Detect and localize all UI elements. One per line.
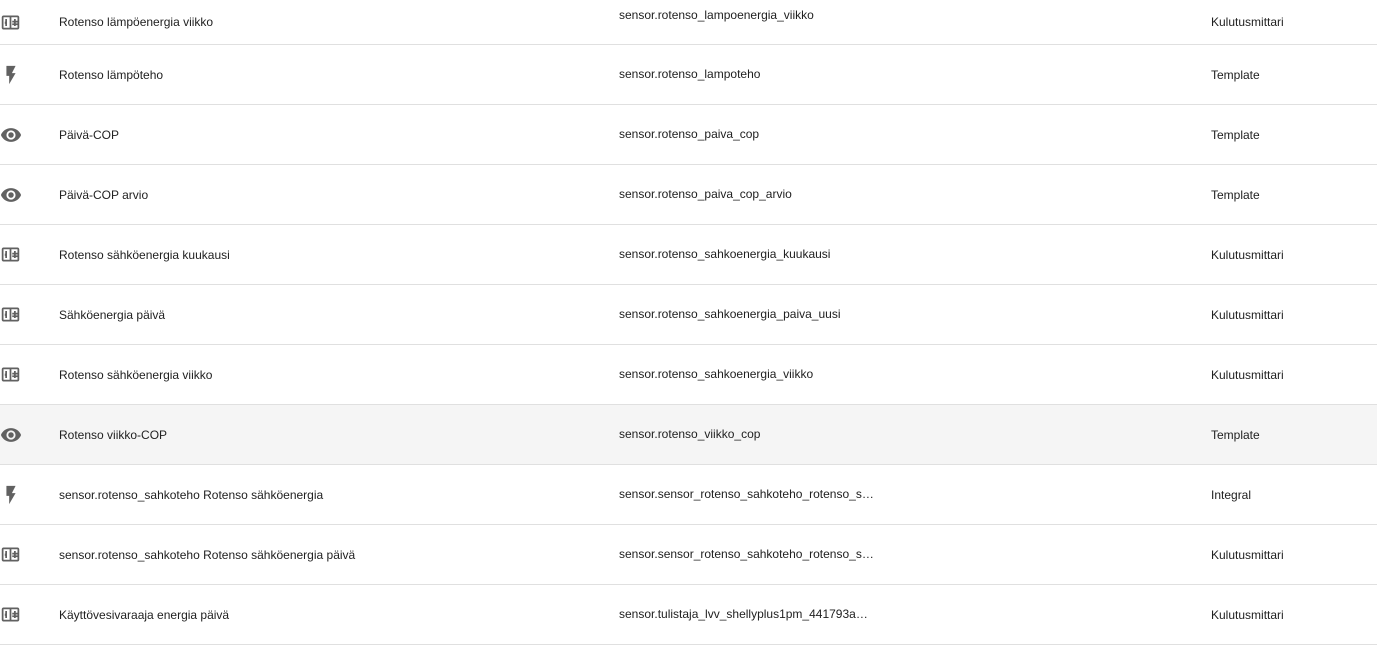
entity-id: sensor.rotenso_lampoenergia_viikko	[619, 8, 814, 22]
table-row[interactable]: sensor.rotenso_sahkoteho Rotenso sähköen…	[0, 465, 1377, 525]
entity-name: Rotenso sähköenergia kuukausi	[59, 247, 230, 262]
entity-name: sensor.rotenso_sahkoteho Rotenso sähköen…	[59, 547, 356, 562]
entity-id: sensor.rotenso_paiva_cop	[619, 127, 760, 141]
table-row[interactable]: Rotenso viikko-COP sensor.rotenso_viikko_…	[0, 405, 1377, 465]
integration-name: Kulutusmittari	[1211, 547, 1284, 562]
counter-icon	[0, 345, 24, 404]
entity-id: sensor.rotenso_viikko_cop	[619, 427, 761, 441]
table-row[interactable]: Rotenso lämpöteho sensor.rotenso_lampoteh…	[0, 45, 1377, 105]
table-row[interactable]: Rotenso sähköenergia viikko sensor.rotens…	[0, 345, 1377, 405]
integration-name: Kulutusmittari	[1211, 247, 1284, 262]
integration-name: Kulutusmittari	[1211, 15, 1284, 29]
entity-name: Rotenso lämpöteho	[59, 67, 164, 82]
entity-id: sensor.rotenso_lampoteho	[619, 67, 761, 81]
integration-name: Template	[1211, 427, 1260, 442]
table-row[interactable]: Päivä-COP arvio sensor.rotenso_paiva_cop_…	[0, 165, 1377, 225]
table-row[interactable]: Sähköenergia päivä sensor.rotenso_sahkoen…	[0, 285, 1377, 345]
integration-name: Template	[1211, 127, 1260, 142]
entity-id: sensor.sensor_rotenso_sahkoteho_rotenso_…	[619, 487, 874, 501]
counter-icon	[0, 525, 24, 584]
integration-name: Template	[1211, 67, 1260, 82]
counter-icon	[0, 0, 24, 44]
entity-id: sensor.sensor_rotenso_sahkoteho_rotenso_…	[619, 547, 874, 561]
integration-name: Kulutusmittari	[1211, 367, 1284, 382]
entity-id: sensor.tulistaja_lvv_shellyplus1pm_44179…	[619, 607, 868, 621]
entity-id: sensor.rotenso_paiva_cop_arvio	[619, 187, 792, 201]
integration-name: Template	[1211, 187, 1260, 202]
entity-name: Rotenso viikko-COP	[59, 427, 168, 442]
entity-name: Rotenso lämpöenergia viikko	[59, 15, 214, 29]
eye-icon	[0, 405, 24, 464]
eye-icon	[0, 105, 24, 164]
entity-id: sensor.rotenso_sahkoenergia_kuukausi	[619, 247, 831, 261]
table-row[interactable]: Käyttövesivaraaja energia päivä sensor.tu…	[0, 585, 1377, 645]
flash-icon	[0, 45, 24, 104]
counter-icon	[0, 585, 24, 644]
counter-icon	[0, 225, 24, 284]
entities-table: Rotenso lämpöenergia viikko sensor.rotens…	[0, 0, 1377, 645]
entity-id: sensor.rotenso_sahkoenergia_paiva_uusi	[619, 307, 841, 321]
entity-name: Päivä-COP	[59, 127, 120, 142]
integration-name: Kulutusmittari	[1211, 607, 1284, 622]
flash-outline-icon	[0, 465, 24, 524]
entity-name: Päivä-COP arvio	[59, 187, 149, 202]
entity-name: sensor.rotenso_sahkoteho Rotenso sähköen…	[59, 487, 324, 502]
counter-icon	[0, 285, 24, 344]
table-row[interactable]: sensor.rotenso_sahkoteho Rotenso sähköen…	[0, 525, 1377, 585]
entity-name: Sähköenergia päivä	[59, 307, 166, 322]
table-row[interactable]: Rotenso lämpöenergia viikko sensor.rotens…	[0, 0, 1377, 45]
integration-name: Kulutusmittari	[1211, 307, 1284, 322]
table-row[interactable]: Päivä-COP sensor.rotenso_paiva_cop Templat…	[0, 105, 1377, 165]
entity-name: Käyttövesivaraaja energia päivä	[59, 607, 230, 622]
table-row[interactable]: Rotenso sähköenergia kuukausi sensor.rote…	[0, 225, 1377, 285]
entity-name: Rotenso sähköenergia viikko	[59, 367, 213, 382]
eye-icon	[0, 165, 24, 224]
integration-name: Integral	[1211, 487, 1252, 502]
entity-id: sensor.rotenso_sahkoenergia_viikko	[619, 367, 814, 381]
